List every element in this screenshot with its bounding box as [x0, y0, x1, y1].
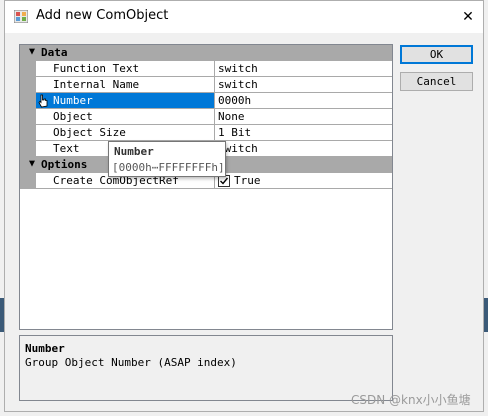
window-title: Add new ComObject	[36, 8, 169, 23]
property-value-checkbox[interactable]: True	[215, 173, 392, 189]
app-icon	[13, 9, 29, 24]
checkbox-value: True	[234, 174, 261, 187]
property-name: Object Size	[36, 125, 215, 141]
property-value[interactable]: 0000h	[215, 93, 392, 109]
row-margin	[20, 141, 36, 157]
tooltip-title: Number	[114, 145, 154, 158]
add-comobject-dialog: Add new ComObject ✕ ▲ Data Function Text…	[4, 0, 484, 412]
property-row-object-size[interactable]: Object Size 1 Bit	[20, 125, 392, 141]
row-margin	[20, 77, 36, 93]
property-name: Internal Name	[36, 77, 215, 93]
property-value[interactable]: None	[215, 109, 392, 125]
description-text: Group Object Number (ASAP index)	[25, 356, 237, 369]
description-panel: Number Group Object Number (ASAP index)	[19, 335, 393, 401]
property-value[interactable]: switch	[215, 141, 392, 157]
property-value[interactable]: 1 Bit	[215, 125, 392, 141]
row-margin	[20, 125, 36, 141]
property-row-number[interactable]: Number 0000h	[20, 93, 392, 109]
collapse-icon[interactable]: ▲	[23, 46, 35, 57]
row-margin	[20, 61, 36, 77]
property-name: Number	[36, 93, 215, 109]
watermark: CSDN @knx小小鱼塘	[351, 393, 471, 407]
close-icon: ✕	[462, 9, 474, 25]
close-button[interactable]: ✕	[453, 1, 483, 33]
row-margin	[20, 109, 36, 125]
tooltip-range: [0000h⋯FFFFFFFFh]	[112, 161, 225, 174]
collapse-icon[interactable]: ▲	[23, 158, 35, 169]
number-tooltip: Number [0000h⋯FFFFFFFFh]	[108, 141, 226, 177]
category-data[interactable]: ▲ Data	[20, 45, 392, 61]
cancel-button[interactable]: Cancel	[400, 72, 473, 91]
description-title: Number	[25, 342, 65, 355]
property-value[interactable]: switch	[215, 61, 392, 77]
hand-cursor-icon	[37, 94, 49, 108]
background-window-edge-right	[484, 298, 488, 332]
property-value[interactable]: switch	[215, 77, 392, 93]
ok-button[interactable]: OK	[400, 45, 473, 64]
title-bar[interactable]: Add new ComObject ✕	[5, 1, 483, 33]
category-label: Data	[41, 46, 68, 59]
property-row-function-text[interactable]: Function Text switch	[20, 61, 392, 77]
row-margin	[20, 173, 36, 189]
row-margin	[20, 93, 36, 109]
property-row-internal-name[interactable]: Internal Name switch	[20, 77, 392, 93]
category-label: Options	[41, 158, 88, 171]
property-name: Object	[36, 109, 215, 125]
property-grid[interactable]: ▲ Data Function Text switch Internal Nam…	[19, 44, 393, 330]
property-name: Function Text	[36, 61, 215, 77]
property-row-object[interactable]: Object None	[20, 109, 392, 125]
